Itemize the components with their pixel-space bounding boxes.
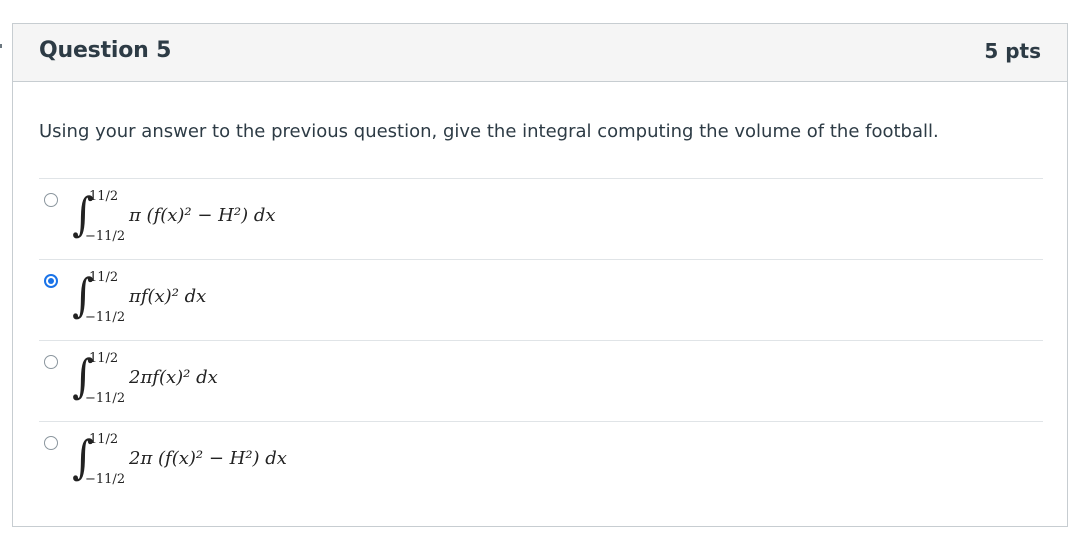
answer-expression: ∫ 11/2 −11/2 πf(x)² dx [69, 266, 489, 336]
answer-list: ∫ 11/2 −11/2 π (f(x)² − H²) dx ∫ 11/2 −1… [39, 178, 1043, 502]
answer-expression: ∫ 11/2 −11/2 π (f(x)² − H²) dx [69, 185, 489, 255]
upper-limit: 11/2 [89, 432, 119, 447]
question-card: Question 5 5 pts Using your answer to th… [12, 23, 1068, 527]
lower-limit: −11/2 [85, 310, 126, 325]
question-prompt: Using your answer to the previous questi… [39, 121, 939, 142]
answer-option-2[interactable]: ∫ 11/2 −11/2 πf(x)² dx [39, 259, 1043, 340]
answer-option-3[interactable]: ∫ 11/2 −11/2 2πf(x)² dx [39, 340, 1043, 421]
lower-limit: −11/2 [85, 472, 126, 487]
integrand: 2π (f(x)² − H²) dx [129, 448, 287, 469]
question-header: Question 5 5 pts [13, 24, 1067, 82]
page-edge-marker [0, 44, 2, 48]
upper-limit: 11/2 [89, 270, 119, 285]
radio-button-icon[interactable] [44, 193, 58, 207]
integrand: 2πf(x)² dx [129, 367, 218, 388]
answer-option-1[interactable]: ∫ 11/2 −11/2 π (f(x)² − H²) dx [39, 178, 1043, 259]
question-title: Question 5 [39, 38, 172, 63]
question-points: 5 pts [984, 39, 1041, 63]
lower-limit: −11/2 [85, 391, 126, 406]
radio-button-icon[interactable] [44, 436, 58, 450]
integrand: π (f(x)² − H²) dx [129, 205, 276, 226]
upper-limit: 11/2 [89, 351, 119, 366]
upper-limit: 11/2 [89, 189, 119, 204]
lower-limit: −11/2 [85, 229, 126, 244]
answer-expression: ∫ 11/2 −11/2 2π (f(x)² − H²) dx [69, 428, 489, 498]
radio-button-icon[interactable] [44, 355, 58, 369]
answer-expression: ∫ 11/2 −11/2 2πf(x)² dx [69, 347, 489, 417]
radio-button-icon[interactable] [44, 274, 58, 288]
answer-option-4[interactable]: ∫ 11/2 −11/2 2π (f(x)² − H²) dx [39, 421, 1043, 502]
integrand: πf(x)² dx [129, 286, 207, 307]
